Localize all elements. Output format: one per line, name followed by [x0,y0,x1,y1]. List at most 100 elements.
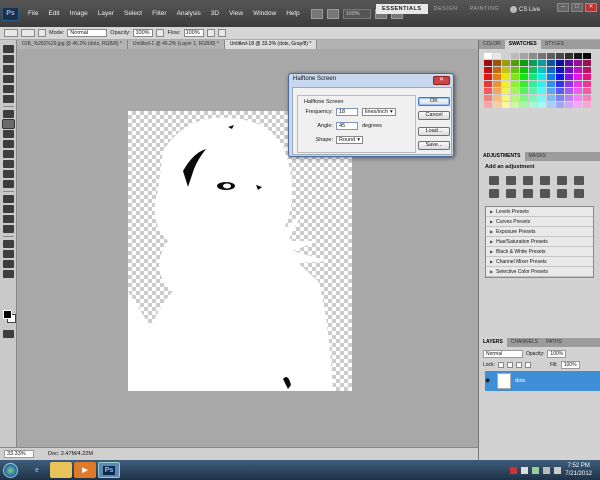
swatch-color[interactable] [493,88,501,94]
swatch-color[interactable] [556,60,564,66]
menu-edit[interactable]: Edit [43,10,64,17]
swatch-color[interactable] [538,102,546,108]
swatch-color[interactable] [547,67,555,73]
swatch-color[interactable] [574,74,582,80]
swatch-color[interactable] [583,67,591,73]
tab-document-3[interactable]: Untitled-18 @ 33.3% (dots, Gray/8) * [224,40,318,49]
swatch-color[interactable] [556,74,564,80]
swatch-color[interactable] [484,81,492,87]
swatch-color[interactable] [529,88,537,94]
frequency-input[interactable]: 18 [336,108,358,116]
hand-tool-icon[interactable] [2,260,14,268]
swatch-color[interactable] [520,95,528,101]
swatch-color[interactable] [520,81,528,87]
workspace-essentials[interactable]: ESSENTIALS [376,4,428,14]
menu-layer[interactable]: Layer [93,10,119,17]
swatch-color[interactable] [556,102,564,108]
brightness-contrast-icon[interactable] [489,176,499,185]
cancel-button[interactable]: Cancel [418,111,450,120]
workspace-design[interactable]: DESIGN [428,4,464,14]
swatch-color[interactable] [565,95,573,101]
start-button[interactable] [3,462,18,478]
tab-document-1[interactable]: 01B_%282%29.jpg @ 46.2% (dots, RGB/8) * [17,40,128,49]
healing-brush-tool-icon[interactable] [2,110,14,118]
layer-name[interactable]: dots [515,378,525,384]
zoom-percent-field[interactable]: 33.33% [4,450,34,458]
lasso-tool-icon[interactable] [2,65,14,73]
maximize-button[interactable]: □ [571,3,583,12]
opacity-input[interactable]: 100% [133,29,154,37]
swatch-color[interactable] [574,53,582,59]
swatch-color[interactable] [556,53,564,59]
swatch-color[interactable] [565,88,573,94]
swatch-color[interactable] [502,74,510,80]
power-icon[interactable] [554,466,562,474]
swatch-color[interactable] [520,53,528,59]
preset-channel-mixer[interactable]: Channel Mixer Presets [486,257,593,267]
swatch-color[interactable] [484,102,492,108]
swatch-color[interactable] [484,60,492,66]
tab-document-2[interactable]: Untitled-1 @ 46.2% (Layer 1, RGB/8) * [128,40,225,49]
menu-file[interactable]: File [23,10,43,17]
swatch-color[interactable] [502,60,510,66]
lock-transparency-icon[interactable] [497,362,504,368]
crop-tool-icon[interactable] [2,85,14,93]
swatch-color[interactable] [511,81,519,87]
preset-selective-color[interactable]: Selective Color Presets [486,267,593,277]
swatch-color[interactable] [520,74,528,80]
bridge-icon[interactable] [310,8,323,19]
tab-layers[interactable]: LAYERS [479,338,507,347]
brush-tool-icon[interactable] [4,29,18,37]
swatch-color[interactable] [556,95,564,101]
layer-opacity-input[interactable]: 100% [547,350,567,358]
swatch-color[interactable] [511,74,519,80]
eraser-tool-icon[interactable] [2,150,14,158]
swatch-color[interactable] [493,67,501,73]
swatch-color[interactable] [538,88,546,94]
marquee-tool-icon[interactable] [2,55,14,63]
menu-image[interactable]: Image [65,10,93,17]
swatch-color[interactable] [502,88,510,94]
mode-select[interactable]: Normal [67,29,108,37]
swatch-color[interactable] [529,81,537,87]
eyedropper-tool-icon[interactable] [2,95,14,103]
swatch-color[interactable] [574,67,582,73]
pen-tool-icon[interactable] [2,195,14,203]
swatch-color[interactable] [556,81,564,87]
swatch-color[interactable] [538,60,546,66]
ok-button[interactable]: OK [418,97,450,106]
tab-channels[interactable]: CHANNELS [507,338,542,347]
swatch-color[interactable] [484,67,492,73]
swatch-color[interactable] [502,67,510,73]
swatch-color[interactable] [520,67,528,73]
swatch-color[interactable] [493,60,501,66]
menu-3d[interactable]: 3D [206,10,224,17]
lock-pixels-icon[interactable] [506,362,513,368]
swatch-color[interactable] [565,53,573,59]
load-button[interactable]: Load... [418,127,450,136]
shape-tool-icon[interactable] [2,225,14,233]
cs-live[interactable]: CS Live [510,6,540,13]
swatch-color[interactable] [520,60,528,66]
preset-exposure[interactable]: Exposure Presets [486,227,593,237]
quick-selection-tool-icon[interactable] [2,75,14,83]
swatch-color[interactable] [547,74,555,80]
swatches-grid[interactable] [479,49,600,112]
taskbar-photoshop[interactable]: Ps [98,462,120,478]
tab-styles[interactable]: STYLES [541,40,568,49]
move-tool-icon[interactable] [2,45,14,53]
lock-all-icon[interactable] [524,362,531,368]
file-explorer-icon[interactable] [50,462,72,478]
swatch-color[interactable] [565,74,573,80]
swatch-color[interactable] [547,102,555,108]
zoom-level-select[interactable]: 100% [342,8,371,19]
blur-tool-icon[interactable] [2,170,14,178]
swatch-color[interactable] [520,88,528,94]
swatch-color[interactable] [529,102,537,108]
swatch-color[interactable] [583,88,591,94]
swatch-color[interactable] [556,88,564,94]
swatch-color[interactable] [511,60,519,66]
tablet-pressure-size-icon[interactable] [217,29,226,37]
swatch-color[interactable] [502,95,510,101]
zoom-tool-icon[interactable] [2,270,14,278]
